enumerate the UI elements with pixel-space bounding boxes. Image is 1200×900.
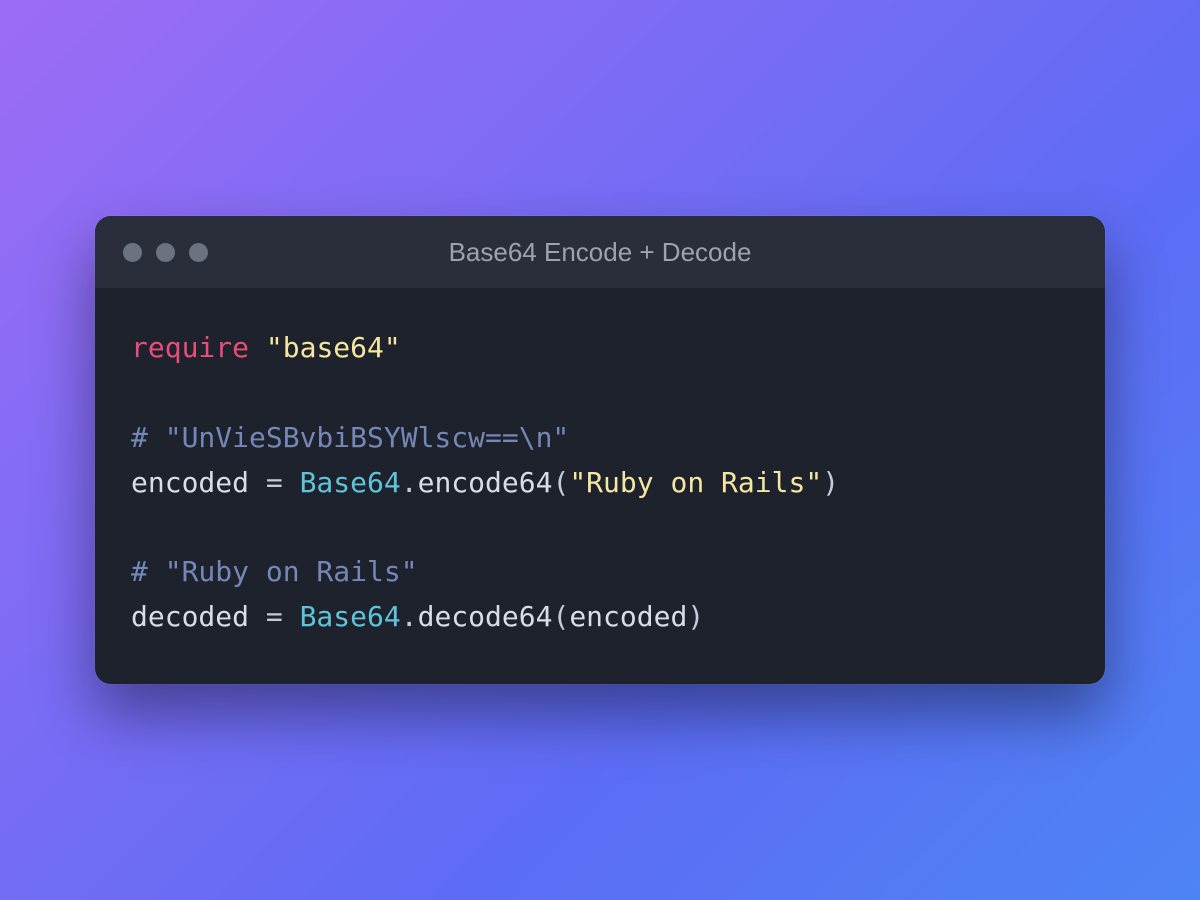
code-token — [283, 600, 300, 633]
code-token: # "Ruby on Rails" — [131, 555, 418, 588]
code-token: ( — [552, 600, 569, 633]
window-titlebar: Base64 Encode + Decode — [95, 216, 1105, 288]
code-line: require "base64" — [131, 326, 1069, 371]
code-token: "Ruby on Rails" — [569, 466, 822, 499]
code-line: # "Ruby on Rails" — [131, 550, 1069, 595]
code-line: decoded = Base64.decode64(encoded) — [131, 595, 1069, 640]
close-icon[interactable] — [123, 243, 142, 262]
code-token: decode64 — [418, 600, 553, 633]
code-token: decoded — [131, 600, 266, 633]
code-token — [283, 466, 300, 499]
code-token: . — [401, 466, 418, 499]
code-window: Base64 Encode + Decode require "base64" … — [95, 216, 1105, 684]
code-token: ) — [822, 466, 839, 499]
code-token: ) — [687, 600, 704, 633]
code-token: = — [266, 466, 283, 499]
code-token: = — [266, 600, 283, 633]
code-token: Base64 — [300, 600, 401, 633]
code-token: Base64 — [300, 466, 401, 499]
code-line — [131, 505, 1069, 550]
code-line — [131, 371, 1069, 416]
code-token: encoded — [569, 600, 687, 633]
code-token: encode64 — [418, 466, 553, 499]
code-editor[interactable]: require "base64" # "UnVieSBvbiBSYWlscw==… — [95, 288, 1105, 684]
traffic-lights — [123, 243, 208, 262]
code-line: encoded = Base64.encode64("Ruby on Rails… — [131, 461, 1069, 506]
window-title: Base64 Encode + Decode — [95, 237, 1105, 268]
zoom-icon[interactable] — [189, 243, 208, 262]
code-token — [249, 331, 266, 364]
code-token: # "UnVieSBvbiBSYWlscw==\n" — [131, 421, 569, 454]
code-token: ( — [552, 466, 569, 499]
minimize-icon[interactable] — [156, 243, 175, 262]
code-token: "base64" — [266, 331, 401, 364]
code-token: . — [401, 600, 418, 633]
code-line: # "UnVieSBvbiBSYWlscw==\n" — [131, 416, 1069, 461]
code-token: encoded — [131, 466, 266, 499]
code-token: require — [131, 331, 249, 364]
